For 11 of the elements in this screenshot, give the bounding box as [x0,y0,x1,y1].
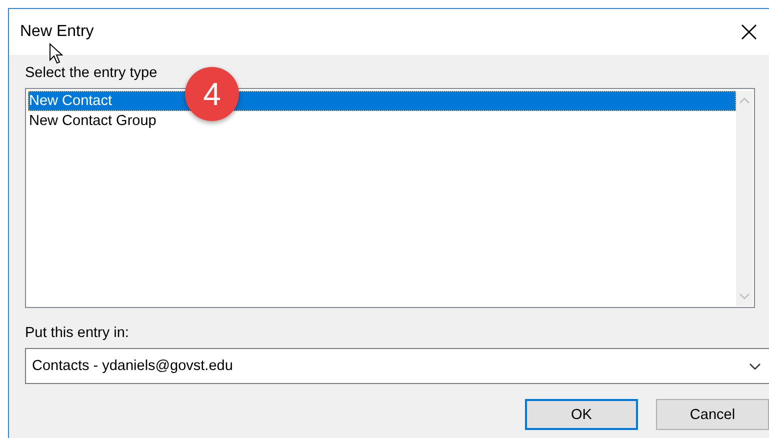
window-title: New Entry [20,23,94,41]
chevron-down-icon [749,362,761,370]
dialog-button[interactable]: OK [525,399,638,430]
field-label: Put this entry in: [25,324,129,342]
scroll-down-icon[interactable] [739,293,750,300]
field-label: Select the entry type [25,64,158,82]
scrollbar[interactable] [736,91,753,306]
dialog-button[interactable]: Cancel [656,399,769,430]
close-icon[interactable] [741,24,757,40]
scroll-up-icon[interactable] [739,97,750,104]
folder-dropdown[interactable]: Contacts - ydaniels@govst.edu [25,348,769,384]
